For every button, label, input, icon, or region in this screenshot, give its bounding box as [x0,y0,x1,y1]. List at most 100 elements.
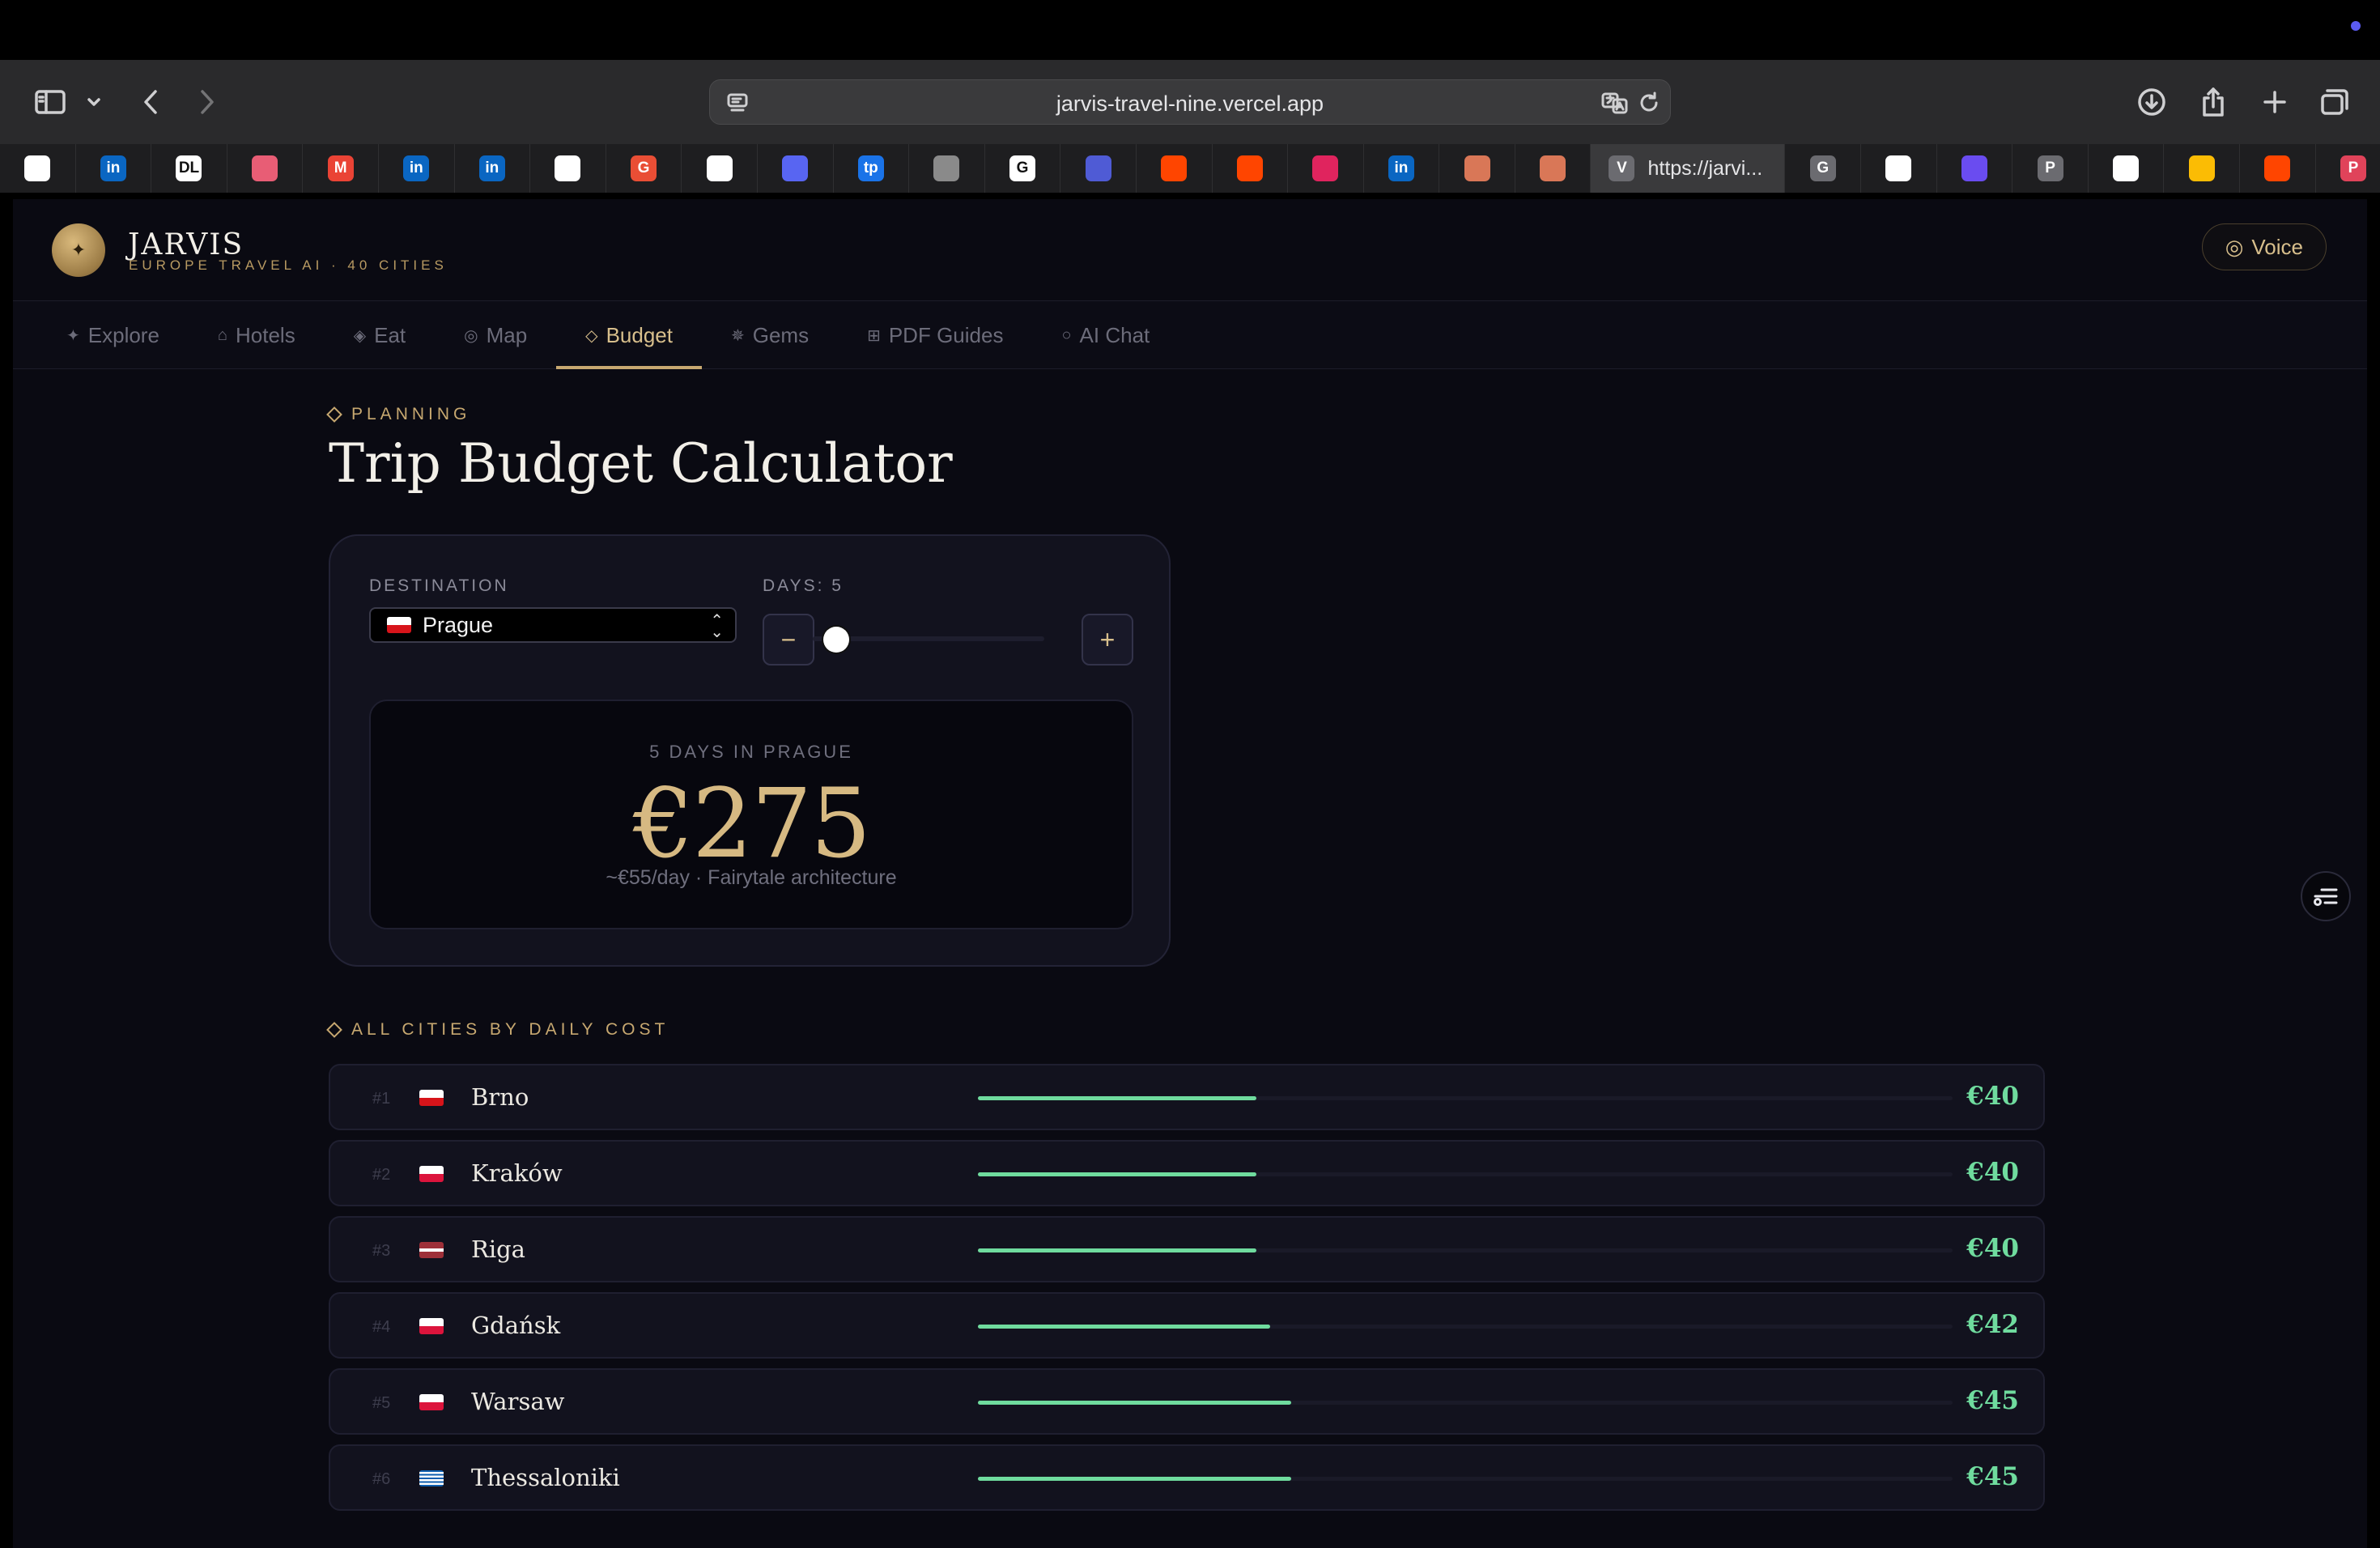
decrease-days-button[interactable]: − [763,614,814,666]
bookmark-tab[interactable] [1515,144,1592,193]
bookmark-tab[interactable]: P [2316,144,2380,193]
bookmark-tab[interactable] [530,144,606,193]
city-name: Kraków [471,1159,563,1187]
bookmark-tab[interactable]: in [379,144,455,193]
tab-pdf-guides[interactable]: ⊞ PDF Guides [838,301,1032,369]
city-daily-cost: €45 [1966,1462,2019,1491]
bookmark-tab[interactable]: G [1785,144,1862,193]
cost-bar-fill [978,1325,1271,1329]
city-row[interactable]: #1 Brno €40 [329,1064,2045,1130]
bookmark-tab[interactable] [227,144,304,193]
budget-result-panel: 5 DAYS IN PRAGUE €275 ~€55/day · Fairyta… [369,700,1133,929]
increase-days-button[interactable]: + [1082,614,1133,666]
forward-icon[interactable] [191,81,223,123]
bookmark-tab[interactable] [682,144,758,193]
status-dot [2351,21,2361,31]
nav-glyph-icon: ◈ [353,326,367,345]
sidebar-toggle-icon[interactable] [31,81,70,123]
bookmark-tab[interactable]: tp [834,144,910,193]
bookmark-tab[interactable] [758,144,834,193]
vercel-icon [2113,155,2140,181]
cost-bar-track [978,1477,1953,1481]
back-icon[interactable] [134,81,167,123]
bookmark-tab[interactable] [1288,144,1364,193]
city-row[interactable]: #4 Gdańsk €42 [329,1292,2045,1359]
days-slider-thumb[interactable] [822,627,849,653]
voice-icon: ◎ [2225,234,2244,259]
ticket-icon [252,155,278,181]
tab-eat[interactable]: ◈ Eat [325,301,435,369]
cost-bar-fill [978,1172,1256,1176]
bookmark-tab[interactable]: DL [151,144,227,193]
bookmark-tab[interactable] [1137,144,1213,193]
cost-bar-fill [978,1477,1291,1481]
eyebrow-label: PLANNING [351,405,471,423]
active-tab[interactable]: Vhttps://jarvi... [1591,144,1786,193]
nav-label: Eat [374,322,406,347]
cube-icon [933,155,960,181]
bookmark-tab[interactable]: in [76,144,152,193]
cost-bar-fill [978,1096,1256,1100]
city-row[interactable]: #5 Warsaw €45 [329,1368,2045,1435]
tab-budget[interactable]: ◇ Budget [556,301,702,369]
city-row[interactable]: #3 Riga €40 [329,1216,2045,1282]
tab-ai-chat[interactable]: ○ AI Chat [1032,301,1179,369]
bookmark-tab[interactable] [1937,144,2013,193]
voice-button[interactable]: ◎ Voice [2201,223,2327,270]
bookmark-tab[interactable] [2240,144,2316,193]
reload-icon[interactable] [1636,90,1662,116]
city-row[interactable]: #6 Thessaloniki €45 [329,1444,2045,1511]
bookmark-tab[interactable] [1060,144,1137,193]
bookmark-tab[interactable] [1861,144,1937,193]
city-row[interactable]: #2 Kraków €40 [329,1140,2045,1206]
bookmark-tab[interactable] [909,144,985,193]
destination-select[interactable]: Prague ⌃ ⌄ [369,607,737,643]
tab-gems[interactable]: ✵ Gems [702,301,838,369]
app-header: ✦ JARVIS EUROPE TRAVEL AI · 40 CITIES ◎ … [13,199,2367,301]
address-bar[interactable]: jarvis-travel-nine.vercel.app [709,79,1671,125]
city-daily-cost: €40 [1966,1158,2019,1187]
translate-icon[interactable] [1600,90,1628,116]
city-rank: #5 [372,1394,391,1412]
nav-label: AI Chat [1079,322,1150,347]
cost-bar-track [978,1248,1953,1252]
destination-label: DESTINATION [369,576,509,595]
chevron-down-icon[interactable] [84,81,104,123]
openai-icon [555,155,581,181]
ads-icon [2188,155,2215,181]
share-icon[interactable] [2195,81,2231,123]
bookmark-tab[interactable]: P [2012,144,2089,193]
nav-glyph-icon: ⊞ [867,326,881,345]
tab-map[interactable]: ◎ Map [435,301,556,369]
nav-glyph-icon: ⌂ [217,325,228,344]
bookmark-tab[interactable] [2164,144,2241,193]
bookmark-tab[interactable] [1439,144,1515,193]
bookmark-tab[interactable]: in [455,144,531,193]
menu-bar [0,0,2380,60]
bookmark-tab[interactable] [2089,144,2165,193]
city-rank: #2 [372,1166,391,1184]
bookmark-tab[interactable] [1213,144,1289,193]
city-name: Brno [471,1083,529,1111]
city-daily-cost: €40 [1966,1082,2019,1111]
bookmark-tab[interactable]: M [303,144,379,193]
tab-overview-icon[interactable] [2317,81,2352,123]
nav-glyph-icon: ○ [1061,325,1072,344]
tab-hotels[interactable]: ⌂ Hotels [189,301,325,369]
new-tab-icon[interactable] [2257,81,2293,123]
city-rank: #1 [372,1090,391,1108]
bookmark-tab[interactable] [0,144,76,193]
gmail-icon: M [327,155,354,181]
downloads-icon[interactable] [2134,81,2170,123]
city-name: Thessaloniki [471,1464,620,1491]
city-rank: #4 [372,1318,391,1336]
flag-cz-icon [419,1090,444,1106]
bookmark-tab[interactable]: G [606,144,682,193]
bookmark-tab[interactable]: in [1364,144,1440,193]
tab-explore[interactable]: ✦ Explore [37,301,189,369]
diamond-icon [326,406,342,423]
filter-settings-button[interactable] [2301,871,2351,921]
bookmark-tab[interactable]: G [985,144,1061,193]
main-nav: ✦ Explore ⌂ Hotels ◈ Eat ◎ Map ◇ Budget ✵ Gems ⊞ PDF … [13,301,2367,369]
city-name: Riga [471,1235,525,1263]
